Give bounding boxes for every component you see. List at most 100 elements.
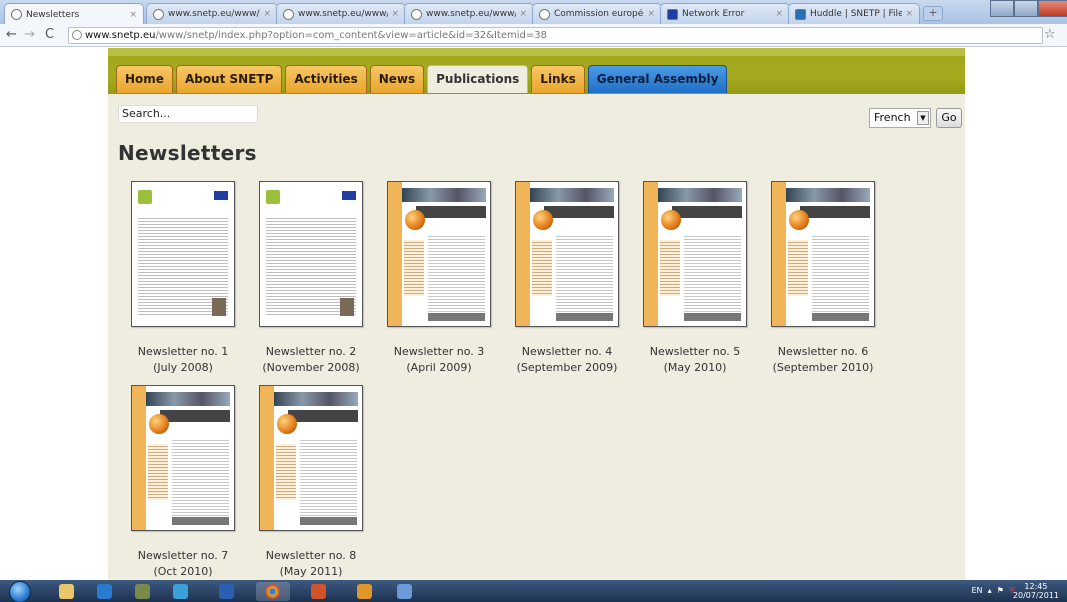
newsletter-caption[interactable]: Newsletter no. 3 (April 2009) xyxy=(374,344,504,376)
app-taskbar-button[interactable] xyxy=(388,582,422,601)
bookmark-star-icon[interactable]: ☆ xyxy=(1044,27,1056,42)
word-icon xyxy=(219,584,234,599)
browser-tab[interactable]: www.snetp.eu/www/snetp × xyxy=(146,3,278,24)
close-window-button[interactable] xyxy=(1038,0,1067,17)
newsletter-caption[interactable]: Newsletter no. 1 (July 2008) xyxy=(118,344,248,376)
flag-icon[interactable]: ⚑ xyxy=(997,586,1004,595)
newsletter-caption[interactable]: Newsletter no. 7 (Oct 2010) xyxy=(118,548,248,580)
browser-tab[interactable]: Commission européenne × xyxy=(532,3,662,24)
go-button[interactable]: Go xyxy=(936,108,962,128)
chrome-taskbar-button[interactable] xyxy=(256,582,290,601)
newsletter-item: Newsletter no. 7 (Oct 2010) xyxy=(118,385,248,580)
site-container: Home About SNETP Activities News Publica… xyxy=(108,48,965,580)
newsletter-item: Newsletter no. 8 (May 2011) xyxy=(246,385,376,580)
close-icon[interactable]: × xyxy=(263,9,271,19)
media-taskbar-button[interactable] xyxy=(88,582,122,601)
powerpoint-icon xyxy=(311,584,326,599)
newsletter-item: Newsletter no. 3 (April 2009) xyxy=(374,181,504,376)
page-icon xyxy=(153,8,164,20)
forward-arrow-icon[interactable]: → xyxy=(24,27,35,42)
browser-tab-newsletters[interactable]: Newsletters × xyxy=(4,3,144,25)
menu-item-activities[interactable]: Activities xyxy=(285,65,367,93)
start-button[interactable] xyxy=(9,581,31,602)
language-indicator[interactable]: EN xyxy=(971,586,982,595)
newsletter-caption[interactable]: Newsletter no. 6 (September 2010) xyxy=(758,344,888,376)
minimize-button[interactable] xyxy=(990,0,1014,17)
newsletter-thumbnail[interactable] xyxy=(515,181,619,327)
close-icon[interactable]: × xyxy=(519,9,527,19)
tab-label: www.snetp.eu/www/snetp xyxy=(168,9,260,19)
newsletter-item: Newsletter no. 1 (July 2008) xyxy=(118,181,248,376)
lync-icon xyxy=(173,584,188,599)
newsletter-thumbnail[interactable] xyxy=(643,181,747,327)
app-taskbar-button[interactable] xyxy=(126,582,160,601)
explorer-taskbar-button[interactable] xyxy=(50,582,84,601)
newsletter-caption[interactable]: Newsletter no. 2 (November 2008) xyxy=(246,344,376,376)
browser-tab[interactable]: www.snetp.eu/www/snetp × xyxy=(276,3,406,24)
newsletter-caption[interactable]: Newsletter no. 4 (September 2009) xyxy=(502,344,632,376)
browser-tab-strip: Newsletters × www.snetp.eu/www/snetp × w… xyxy=(0,0,1067,25)
page-icon xyxy=(11,9,22,20)
newsletter-item: Newsletter no. 2 (November 2008) xyxy=(246,181,376,376)
close-icon[interactable]: × xyxy=(647,9,655,19)
page-title: Newsletters xyxy=(118,141,257,165)
maximize-button[interactable] xyxy=(1014,0,1038,17)
close-icon[interactable]: × xyxy=(391,9,399,19)
close-icon[interactable]: × xyxy=(129,10,137,20)
word-taskbar-button[interactable] xyxy=(210,582,244,601)
tab-label: Network Error xyxy=(682,9,745,19)
newsletter-thumbnail[interactable] xyxy=(131,181,235,327)
newsletter-caption[interactable]: Newsletter no. 8 (May 2011) xyxy=(246,548,376,580)
eu-flag-icon xyxy=(667,8,678,20)
newsletter-date: (July 2008) xyxy=(153,361,213,374)
system-clock[interactable]: 12:45 20/07/2011 xyxy=(1013,582,1059,600)
reload-icon[interactable]: C xyxy=(45,27,54,42)
browser-tab[interactable]: Network Error × xyxy=(660,3,790,24)
menu-item-news[interactable]: News xyxy=(369,65,425,93)
newsletter-thumbnail[interactable] xyxy=(259,181,363,327)
chevron-down-icon[interactable]: ▼ xyxy=(917,111,929,125)
newsletter-date: (April 2009) xyxy=(406,361,472,374)
newsletter-thumbnail[interactable] xyxy=(131,385,235,531)
newsletter-caption[interactable]: Newsletter no. 5 (May 2010) xyxy=(630,344,760,376)
newsletter-item: Newsletter no. 6 (September 2010) xyxy=(758,181,888,376)
newsletter-title: Newsletter no. 7 xyxy=(137,549,229,562)
search-input[interactable]: Search... xyxy=(118,105,258,123)
powerpoint-taskbar-button[interactable] xyxy=(302,582,336,601)
newsletter-title: Newsletter no. 8 xyxy=(265,549,357,562)
newsletter-item: Newsletter no. 4 (September 2009) xyxy=(502,181,632,376)
menu-item-home[interactable]: Home xyxy=(116,65,173,93)
window-controls xyxy=(990,0,1067,17)
language-selected: French xyxy=(874,111,911,124)
menu-item-about[interactable]: About SNETP xyxy=(175,65,283,93)
browser-tab[interactable]: www.snetp.eu/www/snetp × xyxy=(404,3,534,24)
browser-tab[interactable]: Huddle | SNETP | Files × xyxy=(788,3,920,24)
newsletter-date: (September 2009) xyxy=(516,361,618,374)
menu-item-general-assembly[interactable]: General Assembly xyxy=(587,65,728,93)
lync-taskbar-button[interactable] xyxy=(164,582,198,601)
newsletter-date: (May 2010) xyxy=(663,361,727,374)
newsletter-title: Newsletter no. 4 xyxy=(521,345,613,358)
chevron-up-icon[interactable]: ▴ xyxy=(985,586,994,595)
url-field[interactable]: www.snetp.eu/www/snetp/index.php?option=… xyxy=(68,27,1043,44)
new-tab-button[interactable]: + xyxy=(923,6,943,21)
newsletter-thumbnail[interactable] xyxy=(259,385,363,531)
close-icon[interactable]: × xyxy=(775,9,783,19)
tab-label: Newsletters xyxy=(26,9,80,20)
back-arrow-icon[interactable]: ← xyxy=(6,27,17,42)
close-icon[interactable]: × xyxy=(905,9,913,19)
newsletter-title: Newsletter no. 6 xyxy=(777,345,869,358)
menu-item-links[interactable]: Links xyxy=(531,65,585,93)
newsletter-title: Newsletter no. 5 xyxy=(649,345,741,358)
page-icon xyxy=(411,8,422,20)
newsletter-thumbnail[interactable] xyxy=(771,181,875,327)
tab-label: www.snetp.eu/www/snetp xyxy=(426,9,516,19)
newsletter-date: (September 2010) xyxy=(772,361,874,374)
address-bar-row: ← → C www.snetp.eu/www/snetp/index.php?o… xyxy=(0,24,1067,47)
language-select[interactable]: French ▼ xyxy=(869,108,931,128)
page-viewport: Home About SNETP Activities News Publica… xyxy=(0,48,1067,580)
newsletter-thumbnail[interactable] xyxy=(387,181,491,327)
menu-item-publications[interactable]: Publications xyxy=(427,65,529,93)
newsletter-date: (November 2008) xyxy=(262,361,360,374)
outlook-taskbar-button[interactable] xyxy=(348,582,382,601)
